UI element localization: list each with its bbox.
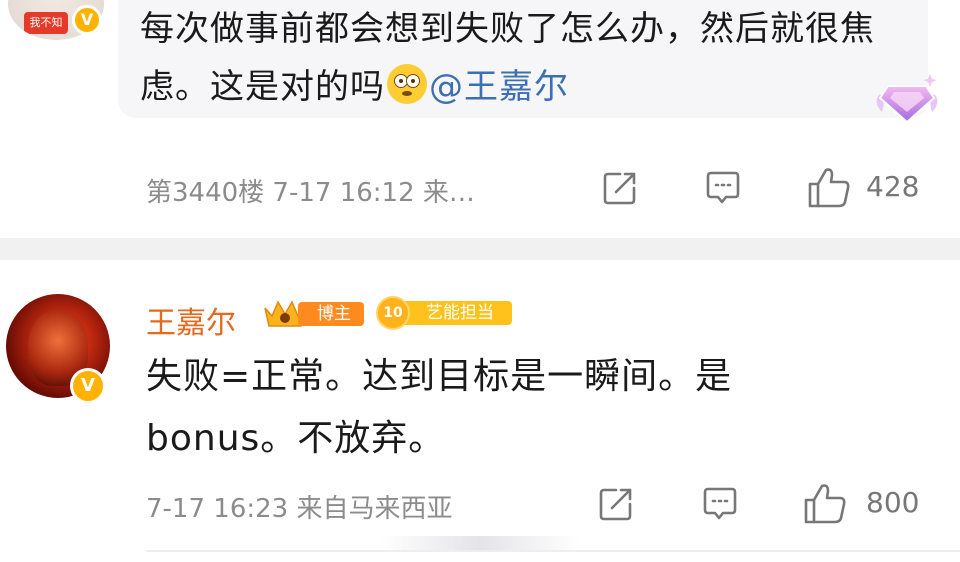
divider-line (146, 550, 960, 552)
share-icon[interactable] (600, 168, 640, 208)
author-name[interactable]: 王嘉尔 (146, 298, 236, 342)
talent-level: 10 (376, 296, 410, 330)
like-count: 800 (866, 486, 920, 519)
reply-text: 失败=正常。达到目标是一瞬间。是bonus。不放弃。 (146, 356, 733, 459)
watermark (380, 536, 580, 550)
divider (0, 238, 960, 260)
talent-label: 艺能担当 (402, 301, 512, 325)
comment-icon[interactable] (700, 484, 740, 524)
blogger-badge: 博主 (262, 296, 366, 330)
like-icon[interactable] (806, 164, 852, 210)
comment-icon[interactable] (703, 168, 743, 208)
mention-link[interactable]: @王嘉尔 (429, 67, 569, 107)
verified-icon: V (72, 5, 102, 35)
diamond-gem-icon (876, 74, 938, 124)
share-icon[interactable] (596, 484, 636, 524)
like-icon[interactable] (802, 480, 848, 526)
talent-badge: 艺能担当 10 (376, 296, 514, 330)
flushed-face-emoji (387, 64, 427, 104)
comment-text: 每次做事前都会想到失败了怎么办，然后就很焦虑。这是对的吗 @王嘉尔 (140, 0, 910, 116)
verified-icon: V (70, 368, 106, 404)
reply-meta: 7-17 16:23 来自马来西亚 (146, 494, 453, 524)
blogger-label: 博主 (298, 302, 364, 326)
comment-meta: 第3440楼 7-17 16:12 来… (146, 178, 475, 208)
avatar-tag: 我不知 (24, 12, 68, 34)
like-count: 428 (866, 170, 920, 203)
